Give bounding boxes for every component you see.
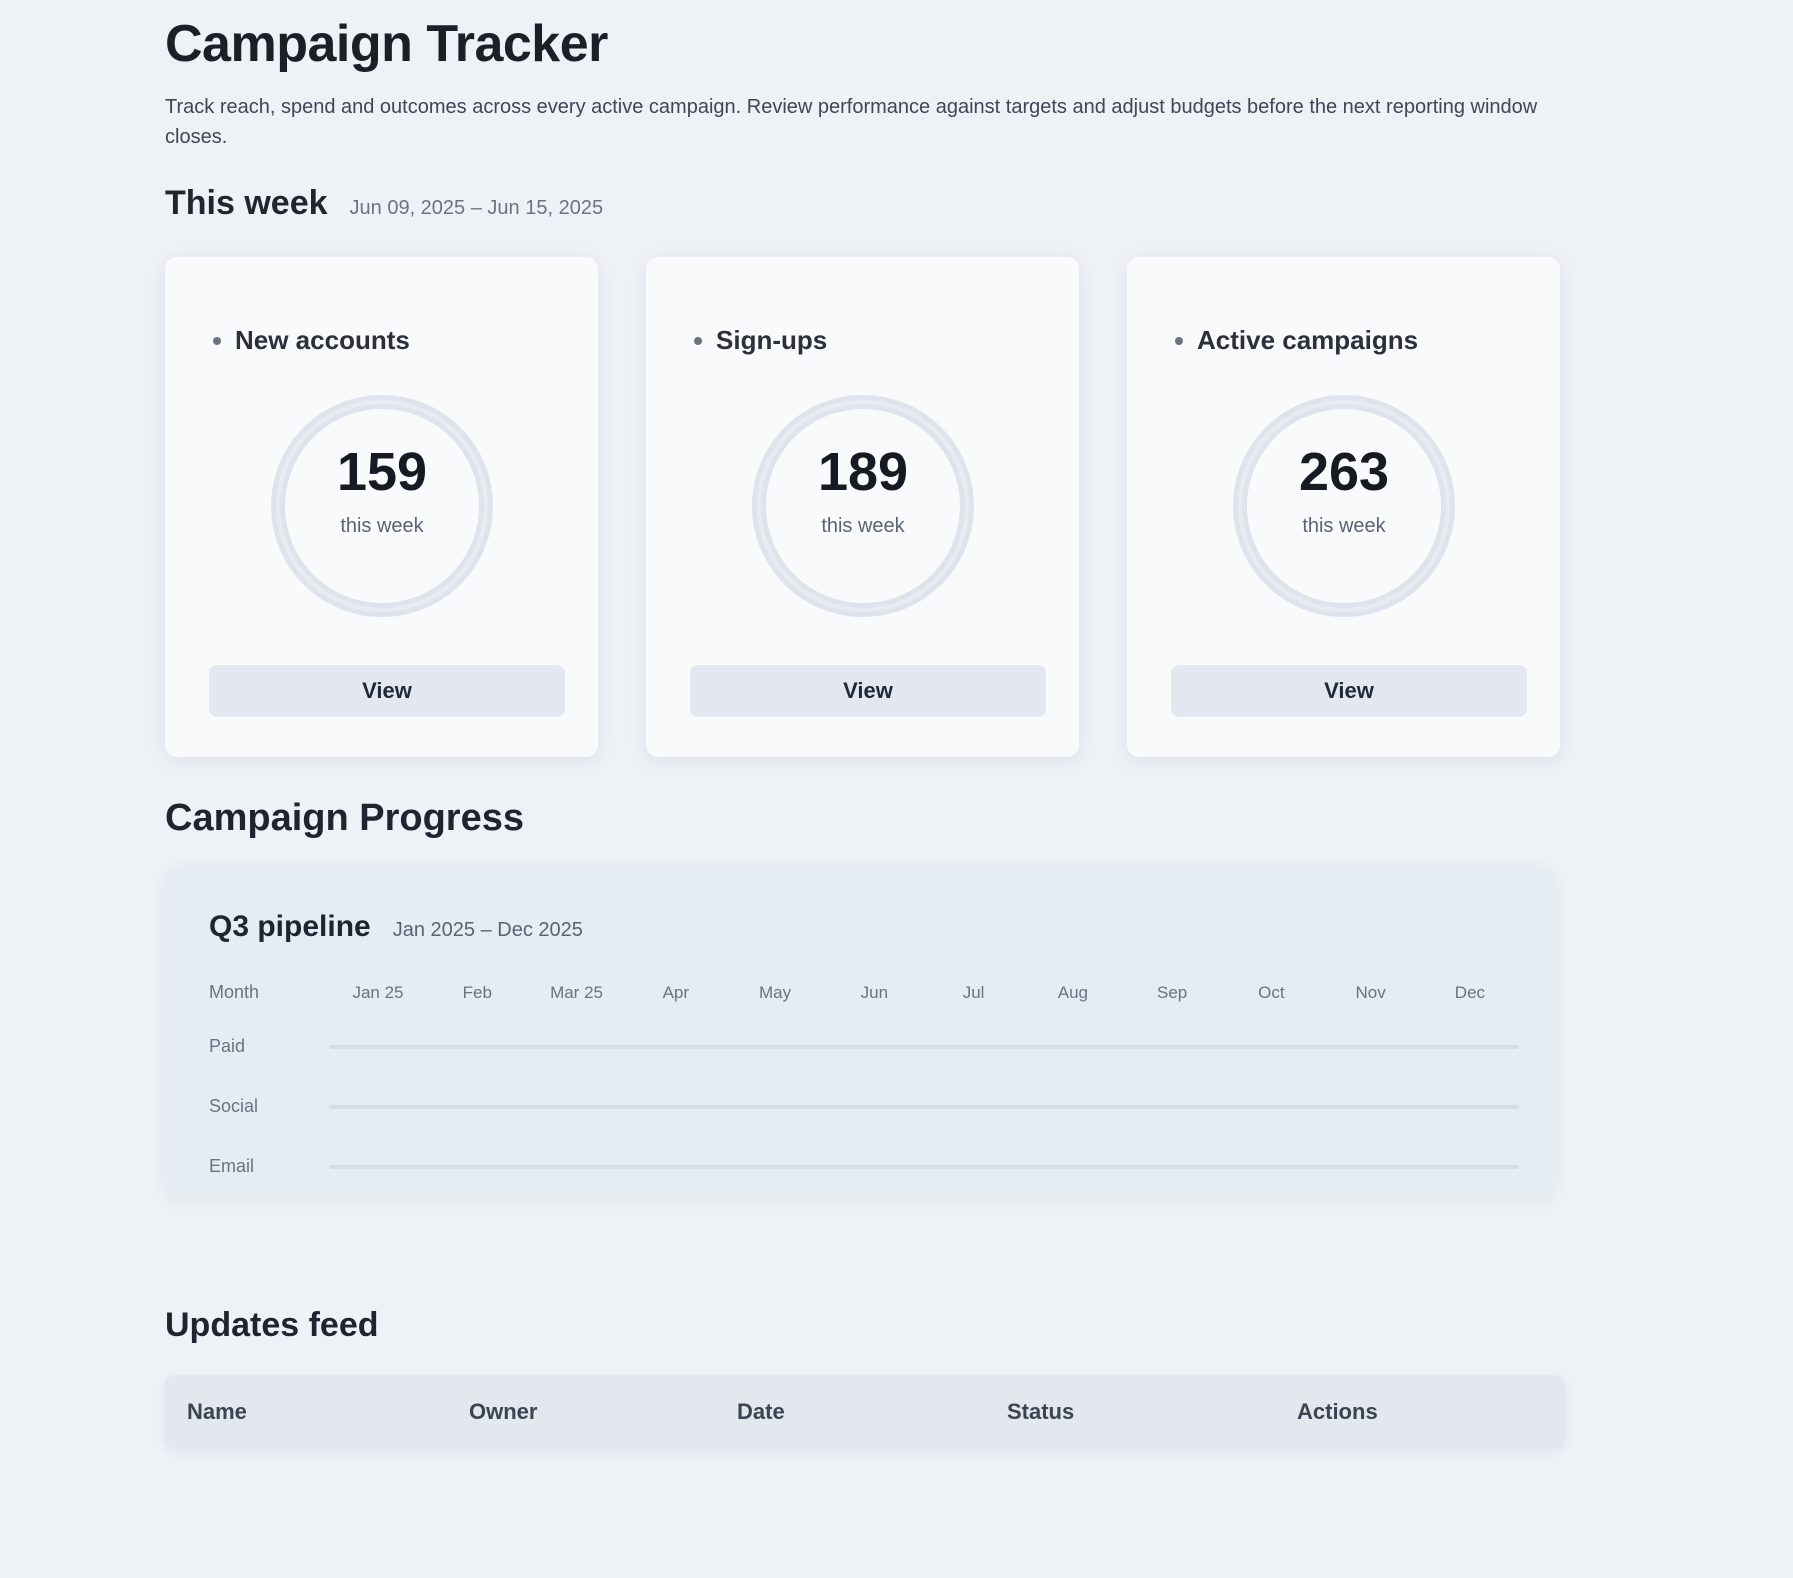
table-header: Name Owner Date Status Actions <box>165 1375 1565 1449</box>
updates-title: Updates feed <box>165 1306 379 1344</box>
progress-section-title: Campaign Progress <box>165 797 524 839</box>
ring-gauge: 159 this week <box>263 387 501 625</box>
column-header[interactable]: Status <box>1007 1399 1297 1425</box>
month-label: Apr <box>662 982 690 1002</box>
ring-gauge: 189 this week <box>744 387 982 625</box>
month-label: Jul <box>962 982 985 1002</box>
card-label: New accounts <box>235 325 410 355</box>
timeline-track <box>329 1164 1519 1169</box>
metric-value: 159 <box>336 442 428 502</box>
metric-card: New accounts 159 this week View <box>165 257 598 757</box>
dot-icon <box>694 336 702 345</box>
timeline-header: Month Jan 25 Feb Mar 25 Apr May Jun Jul … <box>209 982 1519 1003</box>
view-button[interactable]: View <box>209 665 565 717</box>
page: Campaign Tracker Track reach, spend and … <box>165 14 1565 1449</box>
view-button[interactable]: View <box>690 665 1046 717</box>
month-label: Dec <box>1454 982 1486 1002</box>
column-header[interactable]: Name <box>187 1399 469 1425</box>
month-label: Jun <box>860 982 889 1002</box>
timeline-track <box>329 1104 1519 1109</box>
row-label: Social <box>209 1096 259 1116</box>
metric-caption: this week <box>340 515 424 537</box>
month-label: Oct <box>1258 982 1285 1002</box>
view-button[interactable]: View <box>1171 665 1527 717</box>
date-range: Jun 09, 2025 – Jun 15, 2025 <box>349 197 604 219</box>
timeline-row: Email <box>209 1156 1519 1177</box>
metric-card: Sign-ups 189 this week View <box>646 257 1079 757</box>
this-week-header: This week Jun 09, 2025 – Jun 15, 2025 <box>165 184 1565 223</box>
timeline-card: Q3 pipeline Jan 2025 – Dec 2025 Month Ja… <box>165 866 1555 1196</box>
dot-icon <box>1175 336 1183 345</box>
month-label: Sep <box>1157 982 1188 1002</box>
card-label: Sign-ups <box>716 325 828 355</box>
metric-caption: this week <box>821 515 905 537</box>
timeline-title: Q3 pipeline <box>209 910 371 943</box>
timeline-row: Social <box>209 1096 1519 1117</box>
timeline-row: Paid <box>209 1036 1519 1057</box>
column-header[interactable]: Actions <box>1297 1399 1378 1425</box>
card-label: Active campaigns <box>1197 325 1419 355</box>
metric-value: 263 <box>1298 442 1390 502</box>
timeline-header-label: Month <box>209 982 260 1002</box>
row-label: Paid <box>209 1036 246 1056</box>
timeline-dates: Jan 2025 – Dec 2025 <box>392 919 583 941</box>
ring-icon <box>1233 395 1455 617</box>
metric-caption: this week <box>1302 515 1386 537</box>
column-header[interactable]: Owner <box>469 1399 737 1425</box>
metric-card: Active campaigns 263 this week View <box>1127 257 1560 757</box>
month-label: Feb <box>462 982 492 1002</box>
dot-icon <box>213 336 221 345</box>
month-label: May <box>759 982 792 1002</box>
ring-gauge: 263 this week <box>1225 387 1463 625</box>
month-label: Aug <box>1057 982 1088 1002</box>
page-title: Campaign Tracker <box>165 15 608 73</box>
metric-cards: New accounts 159 this week View Sign-ups <box>165 257 1565 757</box>
ring-icon <box>271 395 493 617</box>
ring-icon <box>752 395 974 617</box>
page-subtitle: Track reach, spend and outcomes across e… <box>165 96 1538 148</box>
column-header[interactable]: Date <box>737 1399 1007 1425</box>
month-label: Mar 25 <box>550 982 603 1002</box>
section-title: This week <box>165 184 328 222</box>
month-label: Nov <box>1355 982 1386 1002</box>
metric-value: 189 <box>817 442 909 502</box>
month-label: Jan 25 <box>352 982 404 1002</box>
row-label: Email <box>209 1156 255 1176</box>
timeline-track <box>329 1044 1519 1049</box>
